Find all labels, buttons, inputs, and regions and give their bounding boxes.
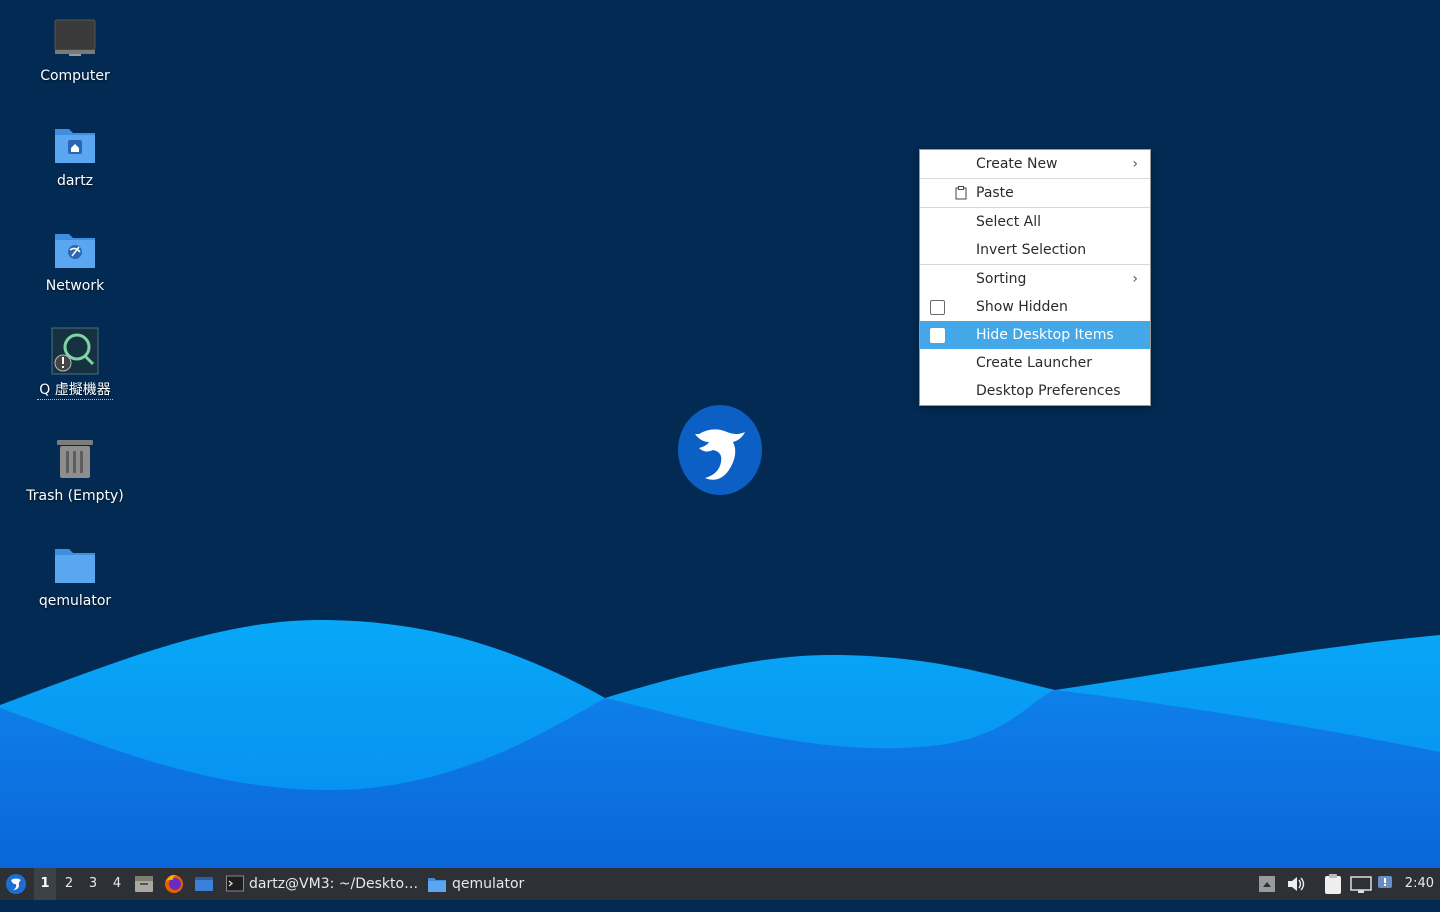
desktop-icon-trash[interactable]: Trash (Empty) [20, 436, 130, 504]
desktop-icon-label: qemulator [38, 593, 112, 609]
update-icon [1259, 876, 1275, 892]
desktop-icon-network[interactable]: Network [20, 226, 130, 294]
file-manager-launcher[interactable] [133, 868, 155, 900]
taskbar: 1 2 3 4 dartz@VM3: ~/Deskto… qemulator 2… [0, 868, 1440, 900]
menu-item-label: Select All [976, 214, 1041, 230]
volume-tray-button[interactable] [1286, 868, 1306, 900]
task-terminal[interactable]: dartz@VM3: ~/Deskto… [222, 868, 422, 900]
menu-item-label: Desktop Preferences [976, 383, 1121, 399]
network-folder-icon [55, 234, 95, 268]
lubuntu-logo-icon [678, 405, 762, 495]
menu-item-sorting[interactable]: Sorting › [920, 265, 1150, 293]
menu-item-label: Show Hidden [976, 299, 1068, 315]
desktop-icon-label: Computer [40, 68, 110, 84]
desktop-icon-label: Network [45, 278, 105, 294]
chevron-right-icon: › [1132, 271, 1138, 287]
clipboard-tray-button[interactable] [1323, 868, 1343, 900]
firefox-icon [165, 874, 183, 893]
desktop-icon-label: Q 虛擬機器 [37, 379, 113, 400]
home-folder-icon [55, 129, 95, 163]
paste-icon [955, 186, 967, 200]
hide-desktop-items-checkbox[interactable] [930, 328, 945, 343]
desktop-icon-area: Computer dartz Network Q 虛擬機器 Trash (Emp… [0, 0, 150, 868]
trash-icon [57, 440, 93, 478]
menu-item-label: Invert Selection [976, 242, 1087, 258]
notification-tray-button[interactable] [1377, 868, 1395, 900]
desktop-icon-home[interactable]: dartz [20, 121, 130, 189]
desktop-icon-qemulator-app[interactable]: Q 虛擬機器 [20, 327, 130, 400]
menu-item-show-hidden[interactable]: Show Hidden [920, 293, 1150, 321]
folder-icon [55, 549, 95, 583]
network-icon [1350, 876, 1372, 893]
task-label: qemulator [452, 876, 525, 892]
menu-item-label: Hide Desktop Items [976, 327, 1114, 343]
workspace-3-button[interactable]: 3 [82, 868, 104, 900]
menu-item-invert-selection[interactable]: Invert Selection [920, 236, 1150, 264]
computer-icon [54, 19, 96, 56]
menu-item-create-new[interactable]: Create New › [920, 150, 1150, 178]
clipboard-icon [1325, 874, 1341, 894]
lubuntu-menu-icon [6, 874, 26, 894]
menu-item-hide-desktop-items[interactable]: Hide Desktop Items [920, 321, 1150, 349]
menu-item-label: Create New [976, 156, 1058, 172]
task-qemulator[interactable]: qemulator [423, 868, 528, 900]
menu-item-select-all[interactable]: Select All [920, 208, 1150, 236]
menu-item-paste[interactable]: Paste [920, 179, 1150, 207]
chevron-right-icon: › [1132, 156, 1138, 172]
notification-icon [1378, 876, 1392, 888]
menu-item-desktop-preferences[interactable]: Desktop Preferences [920, 377, 1150, 405]
menu-item-label: Sorting [976, 271, 1027, 287]
workspace-4-button[interactable]: 4 [106, 868, 128, 900]
desktop-icon-qemulator-folder[interactable]: qemulator [20, 541, 130, 609]
workspace-1-button[interactable]: 1 [34, 868, 56, 900]
desktop-icon-label: Trash (Empty) [26, 488, 124, 504]
desktop-context-menu: Create New › Paste Select All Invert Sel… [919, 149, 1151, 406]
menu-item-label: Create Launcher [976, 355, 1093, 371]
show-hidden-checkbox[interactable] [930, 300, 945, 315]
workspace-2-button[interactable]: 2 [58, 868, 80, 900]
show-desktop-button[interactable] [193, 868, 215, 900]
network-tray-button[interactable] [1350, 868, 1372, 900]
desktop-icon [195, 877, 213, 891]
file-manager-icon [135, 876, 153, 892]
task-label: dartz@VM3: ~/Deskto… [249, 876, 419, 892]
folder-icon [428, 878, 446, 892]
main-menu-button[interactable] [4, 868, 28, 900]
menu-item-create-launcher[interactable]: Create Launcher [920, 349, 1150, 377]
desktop-icon-label: dartz [56, 173, 94, 189]
update-tray-button[interactable] [1258, 868, 1276, 900]
desktop-icon-computer[interactable]: Computer [20, 16, 130, 84]
menu-item-label: Paste [976, 185, 1014, 201]
firefox-launcher[interactable] [163, 868, 185, 900]
qemulator-app-icon [51, 327, 99, 375]
terminal-icon [226, 875, 244, 892]
clock[interactable]: 2:40 [1405, 868, 1434, 900]
volume-icon [1288, 877, 1305, 891]
